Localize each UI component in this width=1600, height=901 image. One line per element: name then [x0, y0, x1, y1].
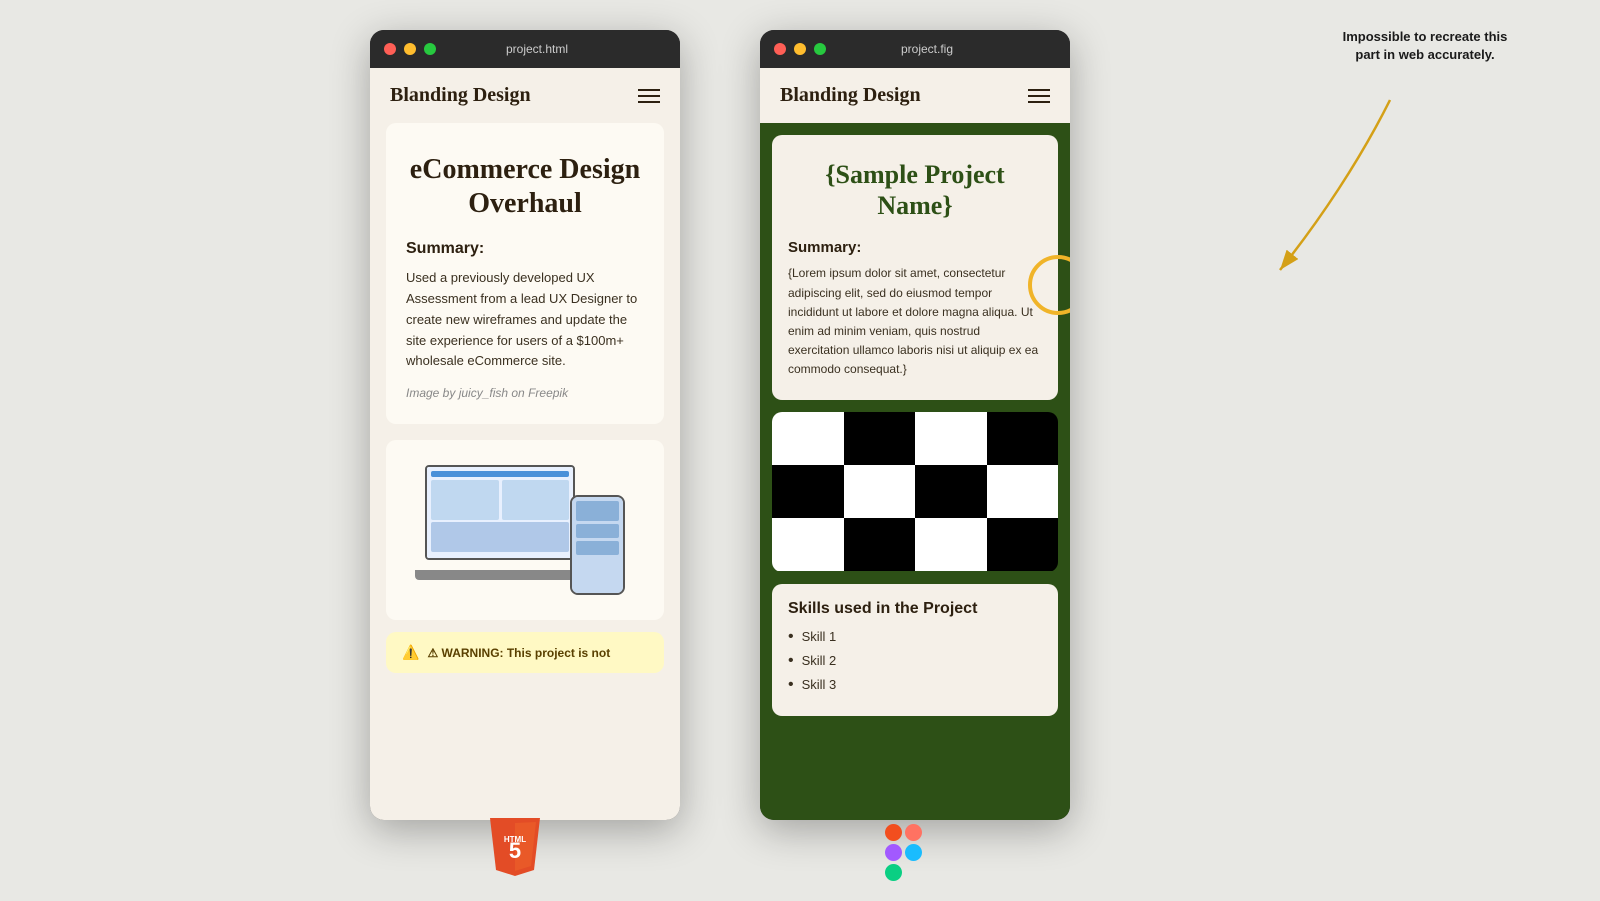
phone-screen [572, 497, 623, 593]
figma-browser-window: project.fig Blanding Design {Sample Proj… [760, 30, 1070, 820]
screen-content-row-2 [431, 522, 569, 552]
check-cell-3 [915, 412, 987, 465]
figma-skills-title: Skills used in the Project [788, 600, 1042, 618]
html-hamburger-menu[interactable] [638, 89, 660, 103]
html-summary-text: Used a previously developed UX Assessmen… [406, 268, 644, 372]
traffic-light-red[interactable] [384, 43, 396, 55]
figma-browser-content: Blanding Design {Sample Project Name} Su… [760, 68, 1070, 820]
check-cell-4 [987, 412, 1059, 465]
html-project-title-card: eCommerce Design Overhaul Summary: Used … [386, 123, 664, 424]
html-site-header: Blanding Design [370, 68, 680, 123]
laptop-screen [425, 465, 575, 560]
figma-main-content: {Sample Project Name} Summary: {Lorem ip… [760, 123, 1070, 728]
checkerboard-pattern [772, 412, 1058, 572]
annotation-arrow-svg [1260, 80, 1520, 300]
skill-item-1: Skill 1 [788, 628, 1042, 646]
phone-block-2 [576, 524, 619, 538]
laptop-base [415, 570, 585, 580]
figma-skills-card: Skills used in the Project Skill 1 Skill… [772, 584, 1058, 716]
svg-text:5: 5 [509, 838, 521, 863]
html-browser-title: project.html [408, 42, 666, 56]
html5-logo-area: HTML 5 [490, 818, 540, 876]
figma-hamburger-menu[interactable] [1028, 89, 1050, 103]
screen-block-1 [431, 480, 499, 520]
laptop-mockup [425, 465, 625, 595]
check-cell-12 [987, 518, 1059, 571]
figma-logo-area [885, 824, 923, 881]
skill-item-3: Skill 3 [788, 676, 1042, 694]
screen-content-row [431, 480, 569, 520]
html-warning-card: ⚠️ ⚠ WARNING: This project is not [386, 632, 664, 673]
figma-hamburger-line-1 [1028, 89, 1050, 91]
check-cell-10 [844, 518, 916, 571]
figma-traffic-light-red[interactable] [774, 43, 786, 55]
screen-nav-bar [431, 471, 569, 477]
html5-shield: HTML 5 [490, 818, 540, 876]
figma-browser-title: project.fig [798, 42, 1056, 56]
figma-logo-svg [885, 824, 923, 881]
check-cell-6 [844, 465, 916, 518]
phone-block-1 [576, 501, 619, 521]
figma-skills-list: Skill 1 Skill 2 Skill 3 [788, 628, 1042, 694]
check-cell-8 [987, 465, 1059, 518]
phone-block-3 [576, 541, 619, 555]
annotation-area: Impossible to recreate this part in web … [1330, 28, 1520, 64]
check-cell-11 [915, 518, 987, 571]
html-main-content: eCommerce Design Overhaul Summary: Used … [370, 123, 680, 689]
html-project-title: eCommerce Design Overhaul [406, 153, 644, 220]
hamburger-line-3 [638, 101, 660, 103]
html-titlebar: project.html [370, 30, 680, 68]
html-browser-window: project.html Blanding Design eCommerce D… [370, 30, 680, 820]
check-cell-5 [772, 465, 844, 518]
figma-project-title: {Sample Project Name} [788, 159, 1042, 221]
screen-block-2 [502, 480, 570, 520]
check-cell-7 [915, 465, 987, 518]
skill-item-2: Skill 2 [788, 652, 1042, 670]
html-browser-content: Blanding Design eCommerce Design Overhau… [370, 68, 680, 820]
warning-icon: ⚠️ [402, 644, 419, 661]
figma-site-logo: Blanding Design [780, 84, 921, 107]
html5-shield-svg: HTML 5 [490, 818, 540, 876]
check-cell-2 [844, 412, 916, 465]
phone-mockup [570, 495, 625, 595]
figma-site-header: Blanding Design [760, 68, 1070, 123]
figma-summary-label: Summary: [788, 239, 1042, 256]
figma-summary-text: {Lorem ipsum dolor sit amet, consectetur… [788, 264, 1042, 379]
figma-hamburger-line-3 [1028, 101, 1050, 103]
laptop-screen-content [427, 467, 573, 558]
html-site-logo: Blanding Design [390, 84, 531, 107]
figma-project-title-card: {Sample Project Name} Summary: {Lorem ip… [772, 135, 1058, 400]
html-project-image-card [386, 440, 664, 620]
html-summary-label: Summary: [406, 240, 644, 258]
html-image-credit: Image by juicy_fish on Freepik [406, 386, 644, 400]
screen-block-3 [431, 522, 569, 552]
hamburger-line-1 [638, 89, 660, 91]
check-cell-9 [772, 518, 844, 571]
check-cell-1 [772, 412, 844, 465]
html-warning-text: ⚠ WARNING: This project is not [427, 646, 610, 660]
hamburger-line-2 [638, 95, 660, 97]
figma-checkerboard-card [772, 412, 1058, 572]
annotation-text: Impossible to recreate this part in web … [1343, 29, 1508, 62]
figma-titlebar: project.fig [760, 30, 1070, 68]
figma-hamburger-line-2 [1028, 95, 1050, 97]
